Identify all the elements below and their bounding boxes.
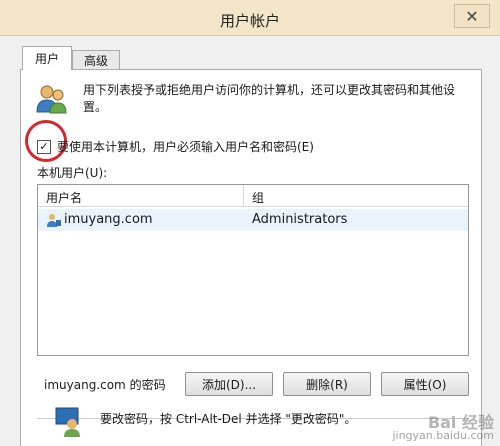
require-login-row[interactable]: ✓ 要使用本计算机，用户必须输入用户名和密码(E) bbox=[37, 138, 314, 155]
close-icon: ✕ bbox=[465, 6, 479, 26]
close-button[interactable]: ✕ bbox=[454, 4, 490, 28]
password-group-title: imuyang.com 的密码 bbox=[40, 376, 170, 393]
users-icon bbox=[36, 85, 67, 114]
checkmark-icon: ✓ bbox=[39, 140, 49, 153]
watermark-logo: Bai 经验 bbox=[427, 413, 494, 432]
remove-button[interactable]: 删除(R) bbox=[283, 372, 371, 396]
cell-username: imuyang.com bbox=[64, 212, 153, 227]
column-header-username[interactable]: 用户名 bbox=[46, 189, 82, 206]
local-users-label: 本机用户(U): bbox=[37, 166, 108, 180]
password-user-icon bbox=[55, 407, 80, 437]
properties-button[interactable]: 属性(O) bbox=[381, 372, 469, 396]
cell-group: Administrators bbox=[252, 212, 348, 227]
table-header: 用户名 组 bbox=[38, 185, 468, 207]
description-text: 用下列表授予或拒绝用户访问你的计算机，还可以更改其密码和其他设置。 bbox=[83, 83, 456, 114]
column-header-group[interactable]: 组 bbox=[252, 189, 264, 206]
column-separator bbox=[243, 185, 244, 207]
tab-users-label: 用户 bbox=[34, 52, 59, 66]
user-icon bbox=[47, 214, 61, 227]
require-login-label: 要使用本计算机，用户必须输入用户名和密码(E) bbox=[57, 140, 314, 154]
tab-advanced[interactable]: 高级 bbox=[72, 50, 120, 70]
add-button[interactable]: 添加(D)... bbox=[185, 372, 273, 396]
title-bar: 用户帐户 ✕ bbox=[0, 0, 500, 36]
watermark: Bai 经验 jingyan.baidu.com bbox=[392, 413, 494, 443]
tab-advanced-label: 高级 bbox=[83, 54, 108, 68]
password-instruction: 要改密码，按 Ctrl-Alt-Del 并选择 "更改密码"。 bbox=[100, 412, 357, 426]
require-login-checkbox[interactable]: ✓ bbox=[37, 139, 51, 154]
table-row[interactable]: imuyang.com Administrators bbox=[38, 209, 468, 231]
tab-users[interactable]: 用户 bbox=[22, 46, 72, 70]
users-table: 用户名 组 imuyang.com Administrators bbox=[37, 184, 469, 356]
dialog-client: 用户 高级 用下列表授予或拒绝用户访问你的计算机，还可以更改其密码和其他设置。 … bbox=[0, 36, 500, 446]
watermark-url: jingyan.baidu.com bbox=[392, 429, 494, 442]
window-title: 用户帐户 bbox=[219, 12, 280, 30]
